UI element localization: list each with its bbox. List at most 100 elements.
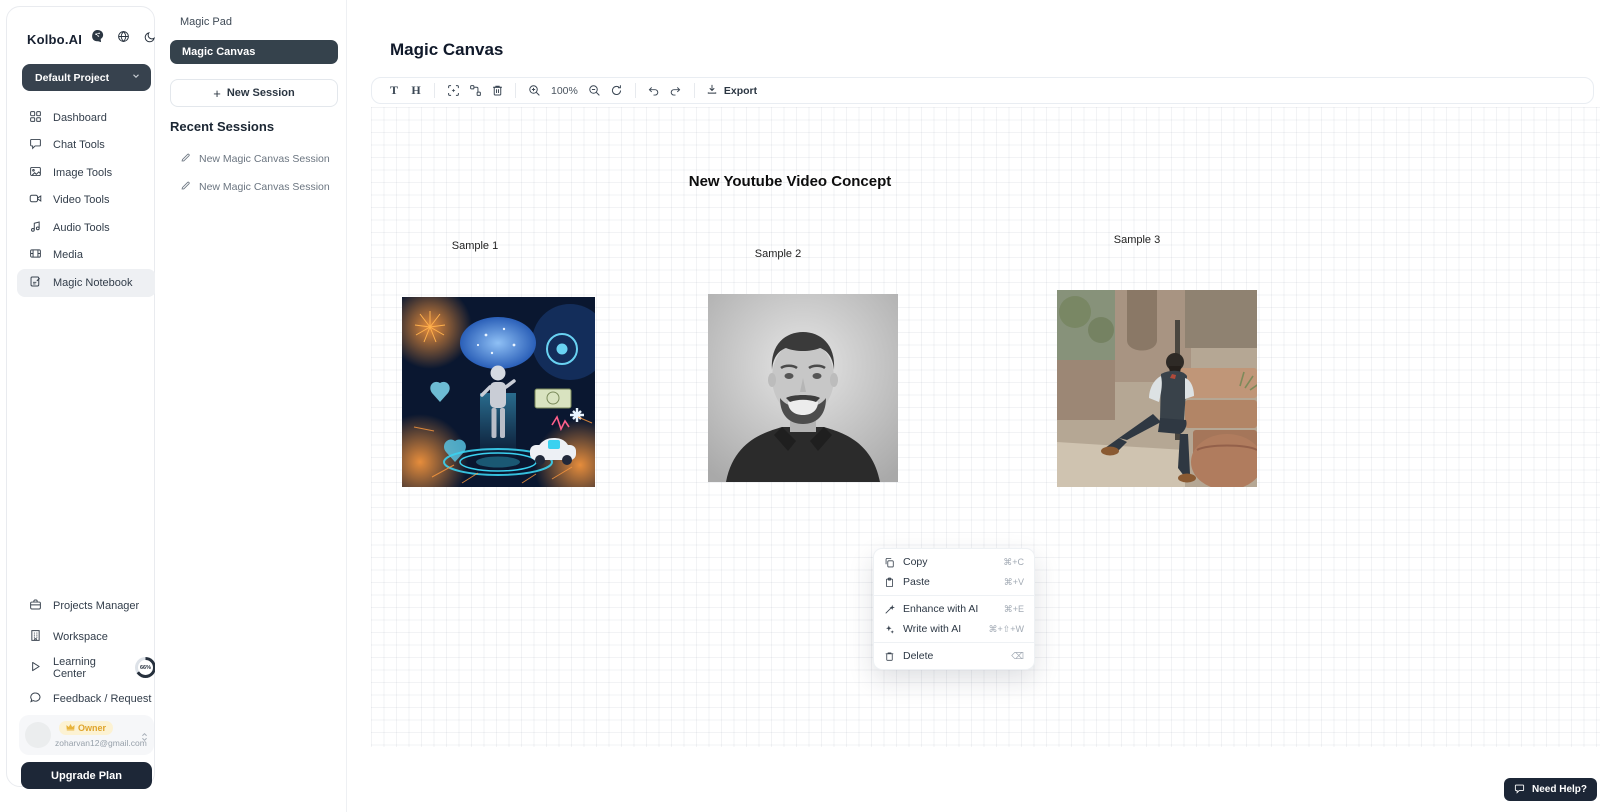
sidebar: Kolbo.AI Default Project Dashboard Chat … bbox=[6, 6, 155, 787]
chevron-up-down-icon bbox=[141, 729, 148, 747]
panel-item-label: Magic Canvas bbox=[182, 46, 255, 58]
user-email: zoharvan12@gmail.com bbox=[55, 738, 147, 748]
session-panel: Magic Pad Magic Canvas + New Session Rec… bbox=[155, 0, 347, 812]
pencil-icon bbox=[180, 180, 191, 194]
recent-sessions-heading: Recent Sessions bbox=[170, 119, 274, 134]
sidebar-item-magic-notebook[interactable]: Magic Notebook bbox=[17, 269, 156, 297]
sidebar-item-image-tools[interactable]: Image Tools bbox=[17, 159, 156, 187]
canvas-image-sample-2[interactable] bbox=[708, 294, 898, 487]
project-selector-label: Default Project bbox=[35, 72, 109, 84]
text-tool-button[interactable]: T bbox=[383, 80, 405, 102]
canvas-image-sample-1[interactable] bbox=[402, 297, 595, 492]
video-camera-icon bbox=[29, 192, 42, 208]
flow-connector-tool-button[interactable] bbox=[464, 80, 486, 102]
context-menu-item-paste[interactable]: Paste ⌘+V bbox=[874, 572, 1034, 592]
brain-logo-icon bbox=[90, 29, 105, 49]
sidebar-item-chat-tools[interactable]: Chat Tools bbox=[17, 132, 156, 160]
export-button[interactable]: Export bbox=[702, 83, 761, 98]
sidebar-item-label: Audio Tools bbox=[53, 222, 110, 234]
sidebar-item-media[interactable]: Media bbox=[17, 242, 156, 270]
menu-item-shortcut: ⌘+C bbox=[1003, 557, 1024, 568]
chat-bubble-icon bbox=[29, 137, 42, 153]
sidebar-item-video-tools[interactable]: Video Tools bbox=[17, 187, 156, 215]
new-session-label: New Session bbox=[227, 87, 295, 99]
recent-session-item[interactable]: New Magic Canvas Session bbox=[180, 151, 345, 167]
redo-button[interactable] bbox=[665, 80, 687, 102]
zoom-level-value[interactable]: 100% bbox=[551, 85, 578, 97]
sidebar-item-dashboard[interactable]: Dashboard bbox=[17, 104, 156, 132]
brand-row: Kolbo.AI bbox=[27, 29, 145, 49]
menu-item-label: Write with AI bbox=[903, 623, 980, 635]
paste-icon bbox=[884, 577, 895, 588]
export-label: Export bbox=[724, 85, 757, 97]
zoom-out-button[interactable] bbox=[584, 80, 606, 102]
recent-session-label: New Magic Canvas Session bbox=[199, 153, 330, 165]
canvas-image-sample-3[interactable] bbox=[1057, 290, 1257, 492]
magic-wand-icon bbox=[884, 604, 895, 615]
upgrade-plan-label: Upgrade Plan bbox=[51, 770, 122, 782]
download-icon bbox=[706, 83, 718, 98]
menu-item-shortcut: ⌘+E bbox=[1004, 604, 1024, 615]
sidebar-item-feedback-request[interactable]: Feedback / Request bbox=[17, 683, 156, 714]
brand-logo-text: Kolbo.AI bbox=[27, 32, 82, 47]
sidebar-item-learning-center[interactable]: Learning Center 66% bbox=[17, 652, 156, 683]
sidebar-item-workspace[interactable]: Workspace bbox=[17, 621, 156, 652]
notebook-pencil-icon bbox=[29, 275, 42, 291]
pencil-icon bbox=[180, 152, 191, 166]
menu-divider bbox=[874, 642, 1034, 643]
trash-icon bbox=[884, 651, 895, 662]
project-selector[interactable]: Default Project bbox=[22, 64, 151, 91]
menu-item-shortcut: ⌘+V bbox=[1004, 577, 1024, 588]
chevron-down-icon bbox=[131, 71, 141, 84]
heading-tool-button[interactable]: H bbox=[405, 80, 427, 102]
menu-divider bbox=[874, 595, 1034, 596]
sparkles-icon bbox=[884, 624, 895, 635]
music-note-icon bbox=[29, 220, 42, 236]
canvas-toolbar: T H 100% Export bbox=[371, 77, 1594, 104]
sidebar-item-label: Dashboard bbox=[53, 112, 107, 124]
canvas-text-sample-3[interactable]: Sample 3 bbox=[1087, 234, 1187, 246]
building-icon bbox=[29, 629, 42, 645]
menu-item-label: Paste bbox=[903, 576, 996, 588]
sidebar-item-projects-manager[interactable]: Projects Manager bbox=[17, 590, 156, 621]
language-globe-icon[interactable] bbox=[117, 30, 130, 48]
reset-rotation-button[interactable] bbox=[606, 80, 628, 102]
panel-item-magic-pad[interactable]: Magic Pad bbox=[180, 16, 232, 28]
need-help-button[interactable]: Need Help? bbox=[1504, 778, 1597, 801]
zoom-in-button[interactable] bbox=[523, 80, 545, 102]
canvas-text-title[interactable]: New Youtube Video Concept bbox=[640, 173, 940, 190]
sidebar-item-audio-tools[interactable]: Audio Tools bbox=[17, 214, 156, 242]
primary-nav: Dashboard Chat Tools Image Tools Video T… bbox=[17, 104, 156, 297]
sidebar-item-label: Video Tools bbox=[53, 194, 109, 206]
copy-icon bbox=[884, 557, 895, 568]
trash-tool-button[interactable] bbox=[486, 80, 508, 102]
play-icon bbox=[29, 660, 42, 676]
canvas-text-sample-2[interactable]: Sample 2 bbox=[728, 248, 828, 260]
menu-item-label: Delete bbox=[903, 650, 1003, 662]
recent-session-item[interactable]: New Magic Canvas Session bbox=[180, 179, 345, 195]
sidebar-item-label: Feedback / Request bbox=[53, 693, 151, 705]
avatar bbox=[25, 722, 51, 748]
new-session-button[interactable]: + New Session bbox=[170, 79, 338, 107]
menu-item-shortcut: ⌫ bbox=[1011, 651, 1024, 662]
context-menu-item-enhance-with-ai[interactable]: Enhance with AI ⌘+E bbox=[874, 599, 1034, 619]
magic-canvas-board[interactable]: New Youtube Video Concept Sample 1 Sampl… bbox=[371, 107, 1600, 747]
context-menu-item-delete[interactable]: Delete ⌫ bbox=[874, 646, 1034, 666]
context-menu-item-copy[interactable]: Copy ⌘+C bbox=[874, 552, 1034, 572]
ai-select-tool-button[interactable] bbox=[442, 80, 464, 102]
canvas-text-sample-1[interactable]: Sample 1 bbox=[425, 240, 525, 252]
recent-session-label: New Magic Canvas Session bbox=[199, 181, 330, 193]
learning-progress-badge: 66% bbox=[135, 657, 156, 678]
image-icon bbox=[29, 165, 42, 181]
context-menu-item-write-with-ai[interactable]: Write with AI ⌘+⇧+W bbox=[874, 619, 1034, 639]
help-chat-icon bbox=[1514, 783, 1525, 797]
plus-icon: + bbox=[213, 86, 221, 101]
need-help-label: Need Help? bbox=[1532, 784, 1587, 795]
briefcase-icon bbox=[29, 598, 42, 614]
user-account-chip[interactable]: Owner zoharvan12@gmail.com bbox=[19, 715, 154, 755]
panel-item-magic-canvas[interactable]: Magic Canvas bbox=[170, 40, 338, 64]
undo-button[interactable] bbox=[643, 80, 665, 102]
sidebar-item-label: Chat Tools bbox=[53, 139, 105, 151]
upgrade-plan-button[interactable]: Upgrade Plan bbox=[21, 762, 152, 789]
owner-badge-label: Owner bbox=[78, 723, 106, 733]
